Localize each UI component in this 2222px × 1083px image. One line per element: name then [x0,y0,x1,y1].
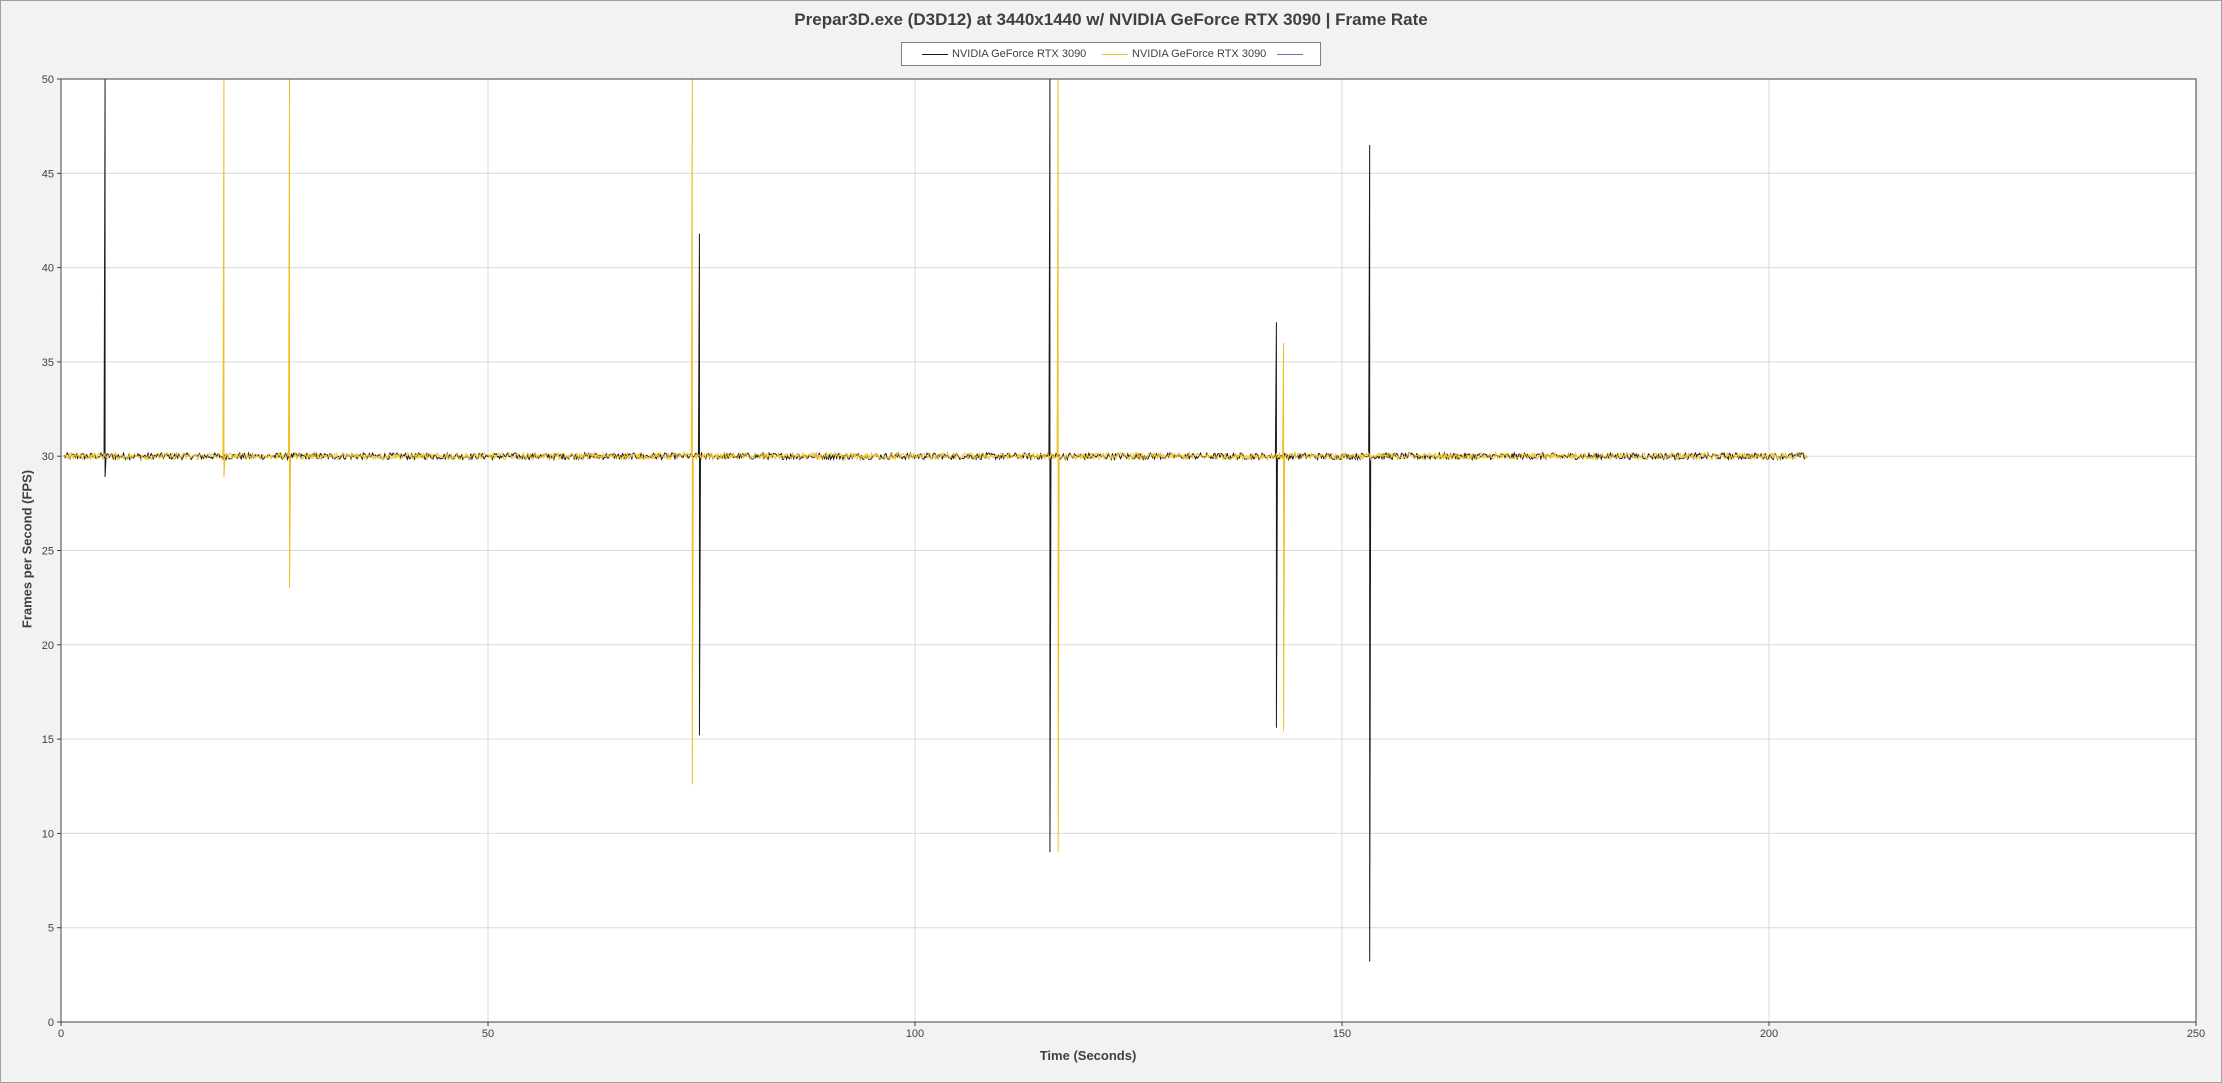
y-tick-label: 5 [48,923,54,935]
x-axis-label: Time (Seconds) [1039,1048,1137,1063]
x-tick-label: 50 [482,1028,494,1040]
y-tick-label: 30 [42,451,54,463]
y-tick-label: 40 [42,263,54,275]
x-tick-label: 0 [58,1028,64,1040]
y-axis-label: Frames per Second (FPS) [19,469,35,629]
y-tick-label: 35 [42,357,54,369]
x-tick-label: 100 [906,1028,924,1040]
y-tick-label: 20 [42,640,54,652]
y-tick-label: 50 [42,74,54,86]
y-tick-label: 0 [48,1017,54,1029]
y-tick-label: 25 [42,546,54,558]
x-tick-label: 250 [2187,1028,2205,1040]
y-tick-label: 45 [42,168,54,180]
x-tick-label: 150 [1333,1028,1351,1040]
y-tick-label: 15 [42,734,54,746]
x-tick-label: 200 [1760,1028,1778,1040]
plot-area: 0 5 10 15 20 25 30 35 40 45 50 0 50 100 150 200 250 [42,74,2205,1040]
y-tick-label: 10 [42,828,54,840]
